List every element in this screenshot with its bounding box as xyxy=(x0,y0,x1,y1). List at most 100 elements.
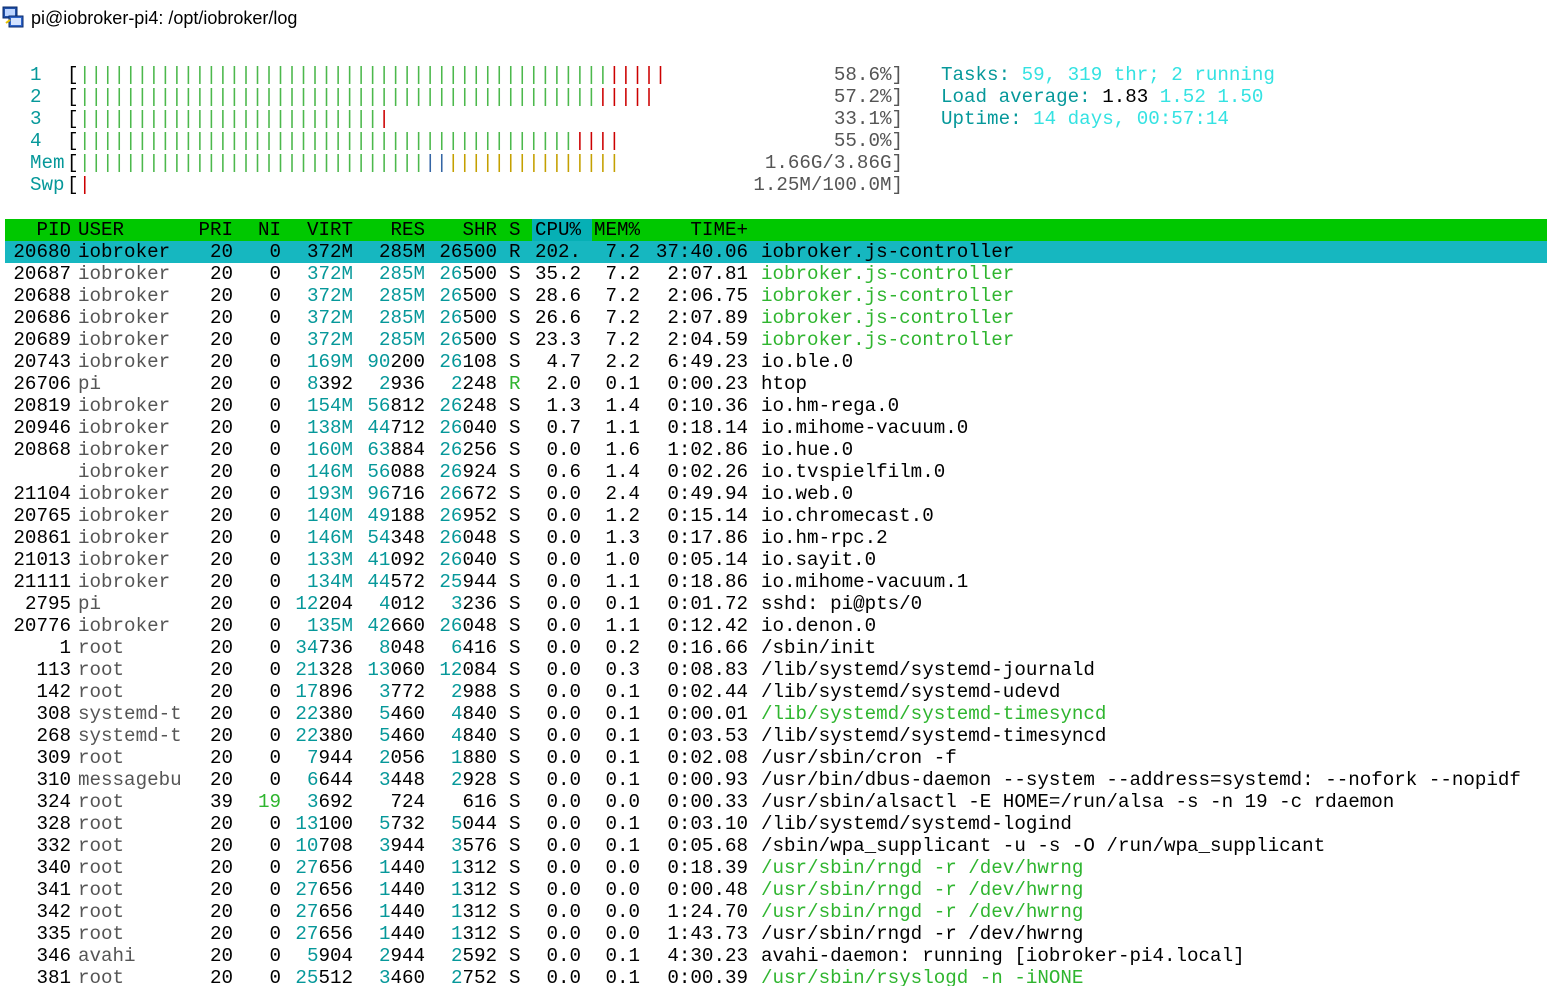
process-ni: 0 xyxy=(269,351,281,373)
process-row[interactable]: 142 root 20 0 17896 3772 2988 S 0.0 0.1 0:02.44/li… xyxy=(5,681,1547,703)
process-pri: 20 xyxy=(209,813,233,835)
process-row[interactable]: 20765 iobroker 20 0 140M 49188 26952 S 0.0 1.2 0:1… xyxy=(5,505,1547,527)
process-row[interactable]: 20861 iobroker 20 0 146M 54348 26048 S 0.0 1.3 0:1… xyxy=(5,527,1547,549)
process-row[interactable]: 21013 iobroker 20 0 133M 41092 26040 S 0.0 1.0 0:0… xyxy=(5,549,1547,571)
process-s: S xyxy=(509,483,521,505)
process-row[interactable]: 324 root 39 19 3692 724 616 S 0.0 0.0 0:00.33/usr/… xyxy=(5,791,1547,813)
column-header-virt[interactable]: VIRT xyxy=(307,219,353,241)
process-ni: 0 xyxy=(269,593,281,615)
process-cpu: 0.0 xyxy=(546,615,581,637)
process-cmd: io.chromecast.0 xyxy=(761,505,934,527)
process-row[interactable]: iobroker 20 0 146M 56088 26924 S 0.6 1.4 0:02.26 i… xyxy=(5,461,1547,483)
column-header-pri[interactable]: PRI xyxy=(198,219,233,241)
process-row[interactable]: 20680 iobroker 20 0 372M 285M 26500 R 202. 7.2 37:… xyxy=(5,241,1547,263)
process-mem: 7.2 xyxy=(605,263,640,285)
process-pri: 20 xyxy=(209,395,233,417)
process-user: iobroker xyxy=(78,527,171,549)
column-header-mem[interactable]: MEM% xyxy=(594,219,640,241)
process-pid: 308 xyxy=(36,703,71,725)
process-cpu: 0.0 xyxy=(546,703,581,725)
process-pid: 20868 xyxy=(13,439,71,461)
column-header-time[interactable]: TIME+ xyxy=(690,219,748,241)
process-pid: 309 xyxy=(36,747,71,769)
process-cpu: 0.0 xyxy=(546,725,581,747)
process-time: 0:02.08 xyxy=(667,747,748,769)
process-res: 1440 xyxy=(378,901,425,923)
process-row[interactable]: 20946 iobroker 20 0 138M 44712 26040 S 0.7 1.1 0:1… xyxy=(5,417,1547,439)
process-res: 285M xyxy=(378,285,425,307)
htop-terminal[interactable]: 1[||||||||||||||||||||||||||||||||||||||… xyxy=(0,64,1547,986)
process-row[interactable]: 346 avahi 20 0 5904 2944 2592 S 0.0 0.1 4:30.23 ava… xyxy=(5,945,1547,967)
column-header-user[interactable]: USER xyxy=(78,219,124,241)
process-row[interactable]: 335 root 20 0 27656 1440 1312 S 0.0 0.0 1:43.73/us… xyxy=(5,923,1547,945)
process-row[interactable]: 308 systemd-t 20 0 22380 5460 4840 S 0.0 0.1 0:00.… xyxy=(5,703,1547,725)
process-ni: 0 xyxy=(269,923,281,945)
process-shr: 26500 xyxy=(439,307,497,329)
process-virt: 25512 xyxy=(295,967,353,986)
process-cmd: iobroker.js-controller xyxy=(761,241,1015,263)
process-pri: 20 xyxy=(209,263,233,285)
process-time: 37:40.06 xyxy=(655,241,748,263)
process-pri: 20 xyxy=(209,417,233,439)
process-row[interactable]: 20743 iobroker 20 0 169M 90200 26108 S 4.7 2.2 6:4… xyxy=(5,351,1547,373)
process-mem: 1.1 xyxy=(605,417,640,439)
process-time: 0:15.14 xyxy=(667,505,748,527)
process-pri: 20 xyxy=(209,637,233,659)
process-shr: 26108 xyxy=(439,351,497,373)
tasks-stat: Tasks: 59, 319 thr; 2 running xyxy=(941,64,1275,86)
process-row[interactable]: 20868 iobroker 20 0 160M 63884 26256 S 0.0 1.6 1:0… xyxy=(5,439,1547,461)
process-row[interactable]: 20686 iobroker 20 0 372M 285M 26500 S 26.6 7.2 2:0… xyxy=(5,307,1547,329)
process-mem: 7.2 xyxy=(605,307,640,329)
process-time: 0:08.83 xyxy=(667,659,748,681)
process-row[interactable]: 21104 iobroker 20 0 193M 96716 26672 S 0.0 2.4 0:4… xyxy=(5,483,1547,505)
column-header-res[interactable]: RES xyxy=(390,219,425,241)
process-mem: 0.2 xyxy=(605,637,640,659)
process-row[interactable]: 26706 pi 20 0 8392 2936 2248 R 2.0 0.1 0:00.23 htop xyxy=(5,373,1547,395)
process-row[interactable]: 342 root 20 0 27656 1440 1312 S 0.0 0.0 1:24.70/us… xyxy=(5,901,1547,923)
process-user: root xyxy=(78,813,125,835)
process-row[interactable]: 381 root 20 0 25512 3460 2752 S 0.0 0.1 0:00.39/us… xyxy=(5,967,1547,986)
process-row[interactable]: 20776 iobroker 20 0 135M 42660 26048 S 0.0 1.1 0:1… xyxy=(5,615,1547,637)
process-ni: 0 xyxy=(269,637,281,659)
process-time: 2:06.75 xyxy=(667,285,748,307)
column-header-pid[interactable]: PID xyxy=(36,219,71,241)
process-user: root xyxy=(78,659,125,681)
process-s: S xyxy=(509,439,521,461)
process-row[interactable]: 1 root 20 0 34736 8048 6416 S 0.0 0.2 0:16.66/sbin… xyxy=(5,637,1547,659)
process-row[interactable]: 2795 pi 20 0 12204 4012 3236 S 0.0 0.1 0:01.72 sshd… xyxy=(5,593,1547,615)
process-row[interactable]: 332 root 20 0 10708 3944 3576 S 0.0 0.1 0:05.68/sb… xyxy=(5,835,1547,857)
process-pri: 20 xyxy=(209,527,233,549)
process-time: 2:04.59 xyxy=(667,329,748,351)
process-row[interactable]: 20689 iobroker 20 0 372M 285M 26500 S 23.3 7.2 2:0… xyxy=(5,329,1547,351)
process-time: 2:07.89 xyxy=(667,307,748,329)
terminal-icon xyxy=(2,6,24,28)
process-row[interactable]: 328 root 20 0 13100 5732 5044 S 0.0 0.1 0:03.10/li… xyxy=(5,813,1547,835)
process-table-header[interactable]: PID USER PRI NI VIRT RES SHR S CPU% MEM% TIME+ xyxy=(5,219,1547,241)
process-row[interactable]: 21111 iobroker 20 0 134M 44572 25944 S 0.0 1.1 0:1… xyxy=(5,571,1547,593)
process-res: 1440 xyxy=(378,857,425,879)
process-cmd: /lib/systemd/systemd-udevd xyxy=(761,681,1061,703)
process-row[interactable]: 20687 iobroker 20 0 372M 285M 26500 S 35.2 7.2 2:0… xyxy=(5,263,1547,285)
process-row[interactable]: 268 systemd-t 20 0 22380 5460 4840 S 0.0 0.1 0:03.… xyxy=(5,725,1547,747)
process-row[interactable]: 310 messagebu 20 0 6644 3448 2928 S 0.0 0.1 0:00.9… xyxy=(5,769,1547,791)
column-header-shr[interactable]: SHR xyxy=(462,219,497,241)
column-header-cpu[interactable]: CPU% xyxy=(535,219,581,241)
process-row[interactable]: 20819 iobroker 20 0 154M 56812 26248 S 1.3 1.4 0:1… xyxy=(5,395,1547,417)
cpu-meter-label: 1 xyxy=(30,64,42,86)
process-cmd: io.mihome-vacuum.0 xyxy=(761,417,969,439)
column-header-s[interactable]: S xyxy=(509,219,521,241)
process-res: 724 xyxy=(390,791,425,813)
process-time: 0:00.01 xyxy=(667,703,748,725)
process-res: 285M xyxy=(378,329,425,351)
process-row[interactable]: 20688 iobroker 20 0 372M 285M 26500 S 28.6 7.2 2:0… xyxy=(5,285,1547,307)
process-cmd: io.ble.0 xyxy=(761,351,854,373)
process-row[interactable]: 341 root 20 0 27656 1440 1312 S 0.0 0.0 0:00.48/us… xyxy=(5,879,1547,901)
process-row[interactable]: 309 root 20 0 7944 2056 1880 S 0.0 0.1 0:02.08/usr… xyxy=(5,747,1547,769)
process-row[interactable]: 340 root 20 0 27656 1440 1312 S 0.0 0.0 0:18.39/us… xyxy=(5,857,1547,879)
process-mem: 1.1 xyxy=(605,571,640,593)
process-row[interactable]: 113 root 20 0 21328 13060 12084 S 0.0 0.3 0:08.83 /… xyxy=(5,659,1547,681)
process-pri: 20 xyxy=(209,747,233,769)
process-virt: 154M xyxy=(306,395,353,417)
process-shr: 2988 xyxy=(450,681,497,703)
column-header-ni[interactable]: NI xyxy=(258,219,281,241)
